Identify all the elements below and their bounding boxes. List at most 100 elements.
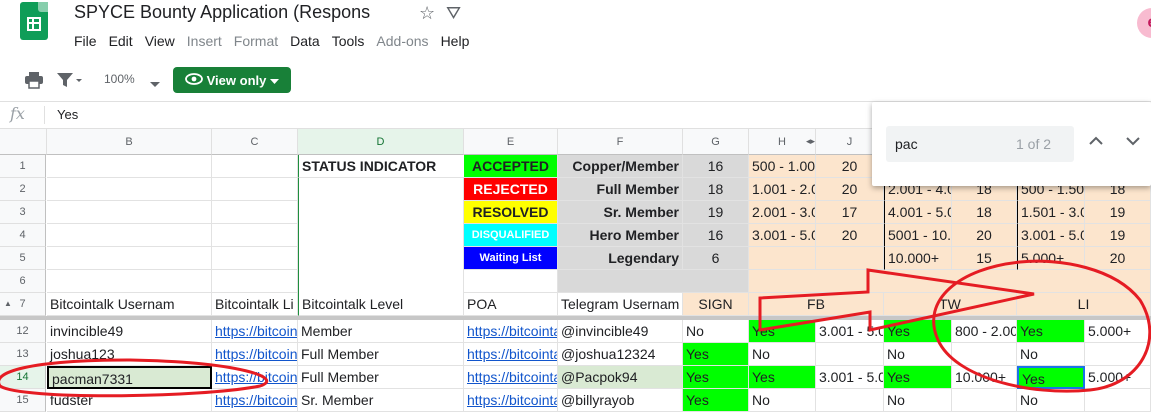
table-row-13-li[interactable]: No — [1017, 343, 1085, 366]
table-row-13-level[interactable]: Full Member — [298, 343, 464, 366]
table-row-15-fb-range[interactable] — [816, 389, 884, 412]
cell-tw5[interactable]: 10.000+ — [884, 247, 952, 270]
table-row-15-level[interactable]: Sr. Member — [298, 389, 464, 412]
cell-li4[interactable]: 3.001 - 5.0 — [1017, 224, 1085, 247]
star-icon[interactable]: ☆ — [419, 3, 435, 24]
cell-f6[interactable] — [558, 270, 749, 293]
row-header-2[interactable]: 2 — [0, 178, 46, 201]
cell-d2[interactable] — [298, 178, 464, 201]
level-name-3[interactable]: Sr. Member — [558, 201, 683, 224]
chevron-up-icon[interactable] — [1089, 133, 1103, 151]
table-row-14-tw[interactable]: Yes — [884, 366, 952, 389]
table-row-15-li-range[interactable] — [1085, 389, 1151, 412]
cell-c1[interactable] — [212, 155, 298, 178]
table-row-12-username[interactable]: invincible49 — [47, 320, 212, 343]
level-name-2[interactable]: Full Member — [558, 178, 683, 201]
table-row-13-fb[interactable]: No — [749, 343, 816, 366]
cell-h6[interactable] — [749, 270, 1151, 293]
cell-tw5-pct[interactable]: 15 — [952, 247, 1017, 270]
table-row-12-tw[interactable]: Yes — [884, 320, 952, 343]
header-poa[interactable]: POA — [464, 293, 558, 316]
cell-b4[interactable] — [47, 224, 212, 247]
level-name-5[interactable]: Legendary — [558, 247, 683, 270]
cell-j4[interactable]: 20 — [816, 224, 884, 247]
header-bitcointalk-link[interactable]: Bitcointalk Li — [212, 293, 298, 316]
menu-edit[interactable]: Edit — [109, 33, 133, 49]
cell-j5[interactable] — [816, 247, 884, 270]
table-row-12-fb-range[interactable]: 3.001 - 5.0 — [816, 320, 884, 343]
status-resolved[interactable]: RESOLVED — [464, 201, 558, 224]
table-row-15-li[interactable]: No — [1017, 389, 1085, 412]
cell-li3-pct[interactable]: 19 — [1085, 201, 1151, 224]
cell-g3[interactable]: 19 — [683, 201, 749, 224]
table-row-14-username[interactable]: pacman7331 — [47, 366, 212, 389]
cell-tw3-pct[interactable]: 18 — [952, 201, 1017, 224]
table-row-12-sign[interactable]: No — [683, 320, 749, 343]
table-row-13-poa[interactable]: https://bitcointa — [464, 343, 558, 366]
table-row-14-level[interactable]: Full Member — [298, 366, 464, 389]
cell-tw4[interactable]: 5001 - 10. — [884, 224, 952, 247]
table-row-12-fb[interactable]: Yes — [749, 320, 816, 343]
header-fb[interactable]: FB — [749, 293, 884, 316]
cell-g4[interactable]: 16 — [683, 224, 749, 247]
hidden-columns-arrows-icon[interactable]: ◂▸ — [806, 136, 815, 147]
cell-b2[interactable] — [47, 178, 212, 201]
table-row-14-poa[interactable]: https://bitcointa — [464, 366, 558, 389]
table-row-13-sign[interactable]: Yes — [683, 343, 749, 366]
cell-c5[interactable] — [212, 247, 298, 270]
drive-icon[interactable]: ⛛ — [446, 3, 461, 24]
cell-d3[interactable] — [298, 201, 464, 224]
cell-li5[interactable]: 5.000+ — [1017, 247, 1085, 270]
cell-e6[interactable] — [464, 270, 558, 293]
cell-d5[interactable] — [298, 247, 464, 270]
table-row-13-fb-range[interactable] — [816, 343, 884, 366]
corner-cell[interactable] — [0, 129, 47, 155]
status-accepted[interactable]: ACCEPTED — [464, 155, 558, 178]
status-rejected[interactable]: REJECTED — [464, 178, 558, 201]
menu-view[interactable]: View — [145, 33, 175, 49]
cell-b5[interactable] — [47, 247, 212, 270]
cell-c3[interactable] — [212, 201, 298, 224]
cell-g5[interactable]: 6 — [683, 247, 749, 270]
cell-tw3[interactable]: 4.001 - 5.0 — [884, 201, 952, 224]
level-name-1[interactable]: Copper/Member — [558, 155, 683, 178]
header-li[interactable]: LI — [1017, 293, 1151, 316]
row-header-12[interactable]: 12 — [0, 320, 46, 343]
cell-li4-pct[interactable]: 19 — [1085, 224, 1151, 247]
cell-tw4-pct[interactable]: 20 — [952, 224, 1017, 247]
header-sign[interactable]: SIGN — [683, 293, 749, 316]
table-row-15-poa[interactable]: https://bitcointa — [464, 389, 558, 412]
table-row-14-li-selected[interactable]: Yes — [1017, 366, 1085, 389]
table-row-13-link[interactable]: https://bitcoin — [212, 343, 298, 366]
find-query[interactable]: pac — [895, 136, 918, 152]
table-row-14-li-range[interactable]: 5.000+ — [1085, 366, 1151, 389]
table-row-13-li-range[interactable] — [1085, 343, 1151, 366]
status-waiting-list[interactable]: Waiting List — [464, 247, 558, 270]
row-header-1[interactable]: 1 — [0, 155, 46, 178]
menu-file[interactable]: File — [74, 33, 97, 49]
header-bitcointalk-username[interactable]: Bitcointalk Usernam — [47, 293, 212, 316]
cell-c2[interactable] — [212, 178, 298, 201]
row-header-3[interactable]: 3 — [0, 201, 46, 224]
menu-help[interactable]: Help — [441, 33, 470, 49]
formula-value[interactable]: Yes — [57, 107, 78, 122]
table-row-12-level[interactable]: Member — [298, 320, 464, 343]
header-telegram-username[interactable]: Telegram Usernam — [558, 293, 683, 316]
zoom-chevron-down-icon[interactable] — [150, 76, 160, 91]
table-row-15-tw-range[interactable] — [952, 389, 1017, 412]
table-row-15-fb[interactable]: No — [749, 389, 816, 412]
view-only-button[interactable]: View only — [173, 67, 291, 93]
cell-d6[interactable] — [298, 270, 464, 293]
table-row-14-fb[interactable]: Yes — [749, 366, 816, 389]
table-row-14-link[interactable]: https://bitcoin — [212, 366, 298, 389]
row-header-15[interactable]: 15 — [0, 389, 46, 412]
sheets-logo-icon[interactable] — [20, 2, 48, 40]
zoom-select[interactable]: 100% — [104, 72, 135, 86]
table-row-15-tw[interactable]: No — [884, 389, 952, 412]
cell-h1[interactable]: 500 - 1.00 — [749, 155, 816, 178]
cell-h3[interactable]: 2.001 - 3.0 — [749, 201, 816, 224]
table-row-15-telegram[interactable]: @billyrayob — [558, 389, 683, 412]
cell-h4[interactable]: 3.001 - 5.0 — [749, 224, 816, 247]
cell-li5-pct[interactable]: 20 — [1085, 247, 1151, 270]
cell-c4[interactable] — [212, 224, 298, 247]
